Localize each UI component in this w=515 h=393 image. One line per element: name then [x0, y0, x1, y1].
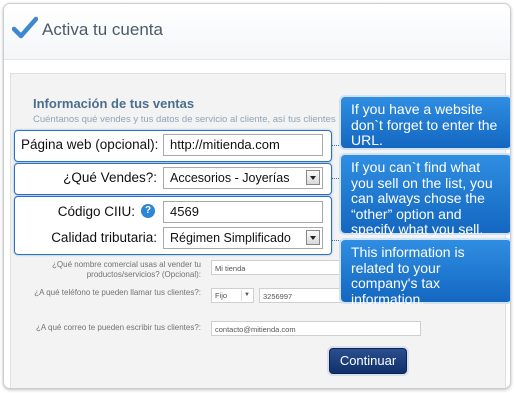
panel-header: Activa tu cuenta: [4, 4, 510, 60]
sells-tooltip: If you can`t find what you sell on the l…: [341, 155, 510, 237]
connector-line: [331, 178, 341, 179]
section-subtitle: Cuéntanos qué vendes y tus datos de serv…: [33, 114, 336, 125]
website-field-highlight: Página web (opcional): http://mitienda.c…: [14, 130, 332, 162]
tax-label: Calidad tributaria:: [51, 230, 157, 245]
website-tooltip: If you have a website don`t forget to en…: [341, 97, 510, 148]
connector-line: [331, 145, 341, 146]
website-input[interactable]: http://mitienda.com: [163, 134, 323, 156]
sells-label: ¿Qué Vendes?:: [63, 170, 157, 185]
ciiu-input[interactable]: 4569: [163, 201, 323, 223]
section-title: Información de tus ventas: [33, 96, 195, 111]
trade-name-label: ¿Qué nombre comercial usas al vender tu …: [52, 260, 201, 279]
activation-panel: Activa tu cuenta Información de tus vent…: [3, 3, 511, 389]
trade-name-input[interactable]: Mi tienda: [211, 260, 347, 275]
help-icon[interactable]: ?: [141, 204, 155, 218]
website-label: Página web (opcional):: [21, 137, 159, 152]
sells-field-highlight: ¿Qué Vendes?: Accesorios - Joyerías: [14, 163, 332, 195]
ciiu-label: Código CIIU:: [57, 204, 135, 219]
sells-select[interactable]: Accesorios - Joyerías: [163, 167, 323, 189]
email-input[interactable]: contacto@mitienda.com: [211, 321, 421, 336]
tax-select[interactable]: Régimen Simplificado: [163, 227, 323, 249]
phone-label: ¿A qué teléfono te pueden llamar tus cli…: [34, 288, 201, 297]
page-title: Activa tu cuenta: [42, 20, 163, 39]
phone-input[interactable]: 3256997: [259, 288, 347, 303]
dropdown-arrow-icon: [306, 170, 320, 185]
chevron-down-icon: ▼: [241, 290, 252, 301]
tax-fields-highlight: Código CIIU: ? 4569 Calidad tributaria: …: [14, 196, 332, 255]
continue-button[interactable]: Continuar: [329, 348, 407, 374]
phone-type-select[interactable]: Fijo ▼: [211, 288, 254, 303]
dropdown-arrow-icon: [306, 230, 320, 245]
tax-tooltip: This information is related to your comp…: [341, 240, 510, 306]
connector-line: [331, 240, 341, 241]
checkmark-icon: [12, 16, 38, 39]
email-label: ¿A qué correo te pueden escribir tus cli…: [36, 323, 201, 332]
